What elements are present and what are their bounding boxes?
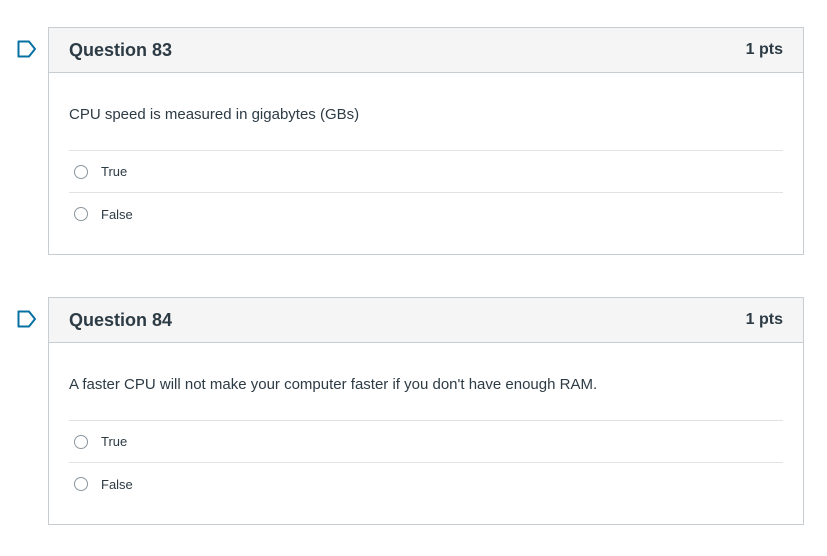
answer-label: True	[101, 434, 128, 449]
question-text: CPU speed is measured in gigabytes (GBs)	[69, 73, 783, 151]
question-header: Question 84 1 pts	[49, 298, 803, 343]
question-text: A faster CPU will not make your computer…	[69, 343, 783, 421]
question-title: Question 83	[69, 39, 173, 60]
question-84: Question 84 1 pts A faster CPU will not …	[17, 297, 804, 525]
answer-false[interactable]: False	[69, 463, 783, 505]
question-title: Question 84	[69, 309, 173, 330]
answer-label: False	[101, 476, 133, 492]
answer-false[interactable]: False	[69, 193, 783, 235]
question-body: CPU speed is measured in gigabytes (GBs)…	[49, 73, 803, 235]
answer-true[interactable]: True	[69, 421, 783, 463]
question-header: Question 83 1 pts	[49, 28, 803, 73]
answer-true[interactable]: True	[69, 151, 783, 193]
radio-button[interactable]	[74, 207, 88, 221]
radio-button[interactable]	[74, 164, 88, 179]
radio-button[interactable]	[74, 477, 88, 491]
flag-question-83-icon[interactable]	[17, 40, 37, 58]
answer-label: True	[101, 164, 128, 179]
radio-button[interactable]	[74, 434, 88, 449]
flag-question-84-icon[interactable]	[17, 310, 37, 328]
question-points: 1 pts	[745, 41, 783, 58]
question-points: 1 pts	[745, 311, 783, 328]
question-body: A faster CPU will not make your computer…	[49, 343, 803, 505]
answer-label: False	[101, 206, 133, 222]
question-83: Question 83 1 pts CPU speed is measured …	[17, 27, 804, 255]
